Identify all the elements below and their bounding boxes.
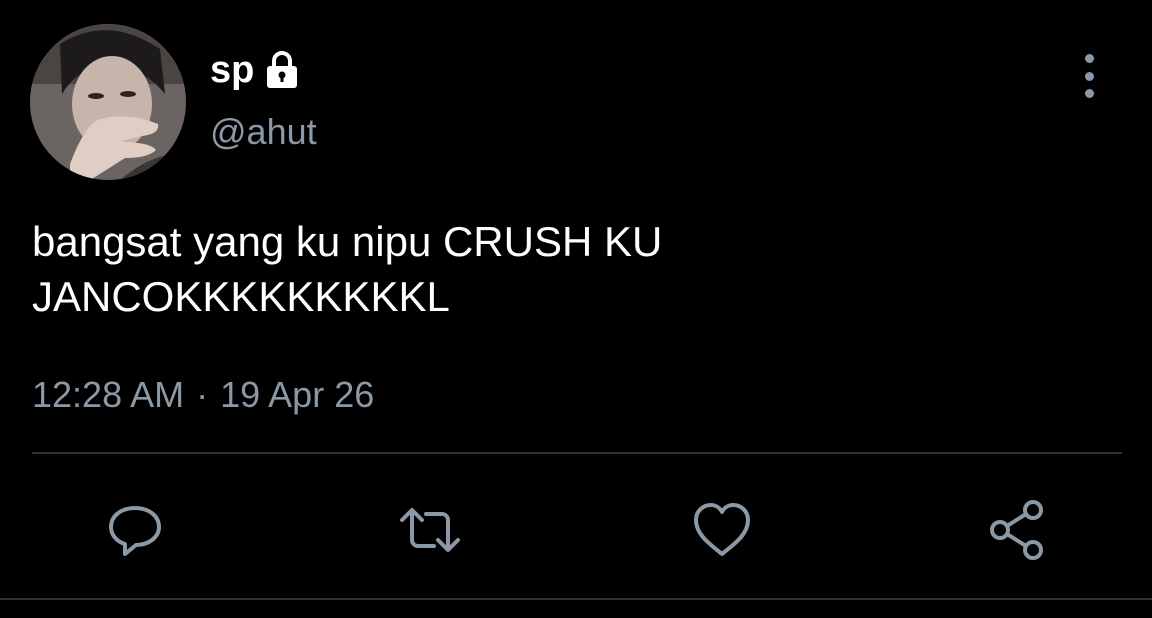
share-button[interactable] <box>985 498 1049 562</box>
dot <box>1084 71 1094 81</box>
share-icon <box>990 500 1043 560</box>
display-name-row: sp <box>210 46 302 94</box>
bottom-divider <box>0 598 1152 600</box>
reply-button[interactable] <box>103 498 167 562</box>
retweet-button[interactable] <box>398 498 462 562</box>
display-name[interactable]: sp <box>210 49 254 92</box>
heart-icon <box>694 503 750 556</box>
more-options-icon[interactable] <box>1072 54 1106 98</box>
like-button[interactable] <box>690 498 754 562</box>
avatar-image <box>30 24 186 180</box>
divider <box>32 452 1122 454</box>
lock-icon <box>262 50 302 90</box>
tweet-date: 19 Apr 26 <box>220 374 375 415</box>
tweet-time: 12:28 AM <box>32 374 185 415</box>
separator: · <box>196 374 209 415</box>
dot <box>1084 54 1094 63</box>
dot <box>1084 89 1094 98</box>
reply-icon <box>109 506 161 556</box>
user-handle[interactable]: @ahut <box>210 111 317 153</box>
tweet-text: bangsat yang ku nipu CRUSH KU JANCOKKKKK… <box>32 218 663 320</box>
retweet-icon <box>400 508 460 552</box>
tweet-detail: sp @ahut bangsat yang ku nipu CRUSH KU J… <box>0 0 1152 618</box>
avatar[interactable] <box>30 24 186 180</box>
tweet-timestamp[interactable]: 12:28 AM · 19 Apr 26 <box>32 374 374 416</box>
